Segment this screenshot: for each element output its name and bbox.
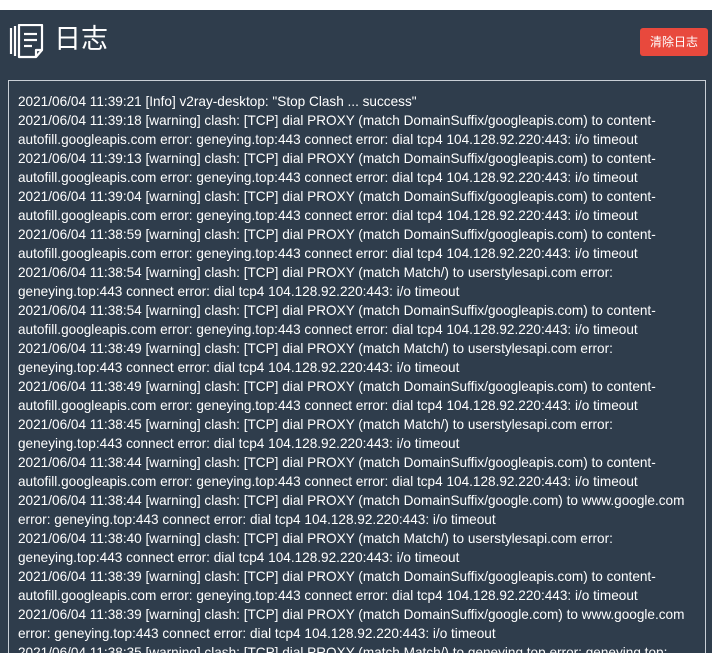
log-entry: 2021/06/04 11:39:18 [warning] clash: [TC… (18, 113, 656, 147)
page-title: 日志 (54, 24, 108, 55)
log-panel[interactable]: 2021/06/04 11:39:21 [Info] v2ray-desktop… (8, 80, 706, 653)
log-entry: 2021/06/04 11:38:44 [warning] clash: [TC… (18, 455, 656, 489)
log-window: 日志 清除日志 2021/06/04 11:39:21 [Info] v2ray… (0, 10, 712, 653)
log-entry: 2021/06/04 11:39:04 [warning] clash: [TC… (18, 189, 656, 223)
log-entry: 2021/06/04 11:38:54 [warning] clash: [TC… (18, 265, 613, 299)
log-entry: 2021/06/04 11:38:59 [warning] clash: [TC… (18, 227, 656, 261)
log-stack-icon (8, 23, 48, 60)
log-entry: 2021/06/04 11:38:45 [warning] clash: [TC… (18, 417, 613, 451)
log-entry: 2021/06/04 11:38:44 [warning] clash: [TC… (18, 493, 685, 527)
clear-log-button[interactable]: 清除日志 (640, 28, 708, 56)
log-list: 2021/06/04 11:39:21 [Info] v2ray-desktop… (18, 92, 690, 653)
log-entry: 2021/06/04 11:39:21 [Info] v2ray-desktop… (18, 94, 417, 109)
log-entry: 2021/06/04 11:39:13 [warning] clash: [TC… (18, 151, 656, 185)
log-entry: 2021/06/04 11:38:54 [warning] clash: [TC… (18, 303, 656, 337)
log-entry: 2021/06/04 11:38:49 [warning] clash: [TC… (18, 341, 613, 375)
log-entry: 2021/06/04 11:38:40 [warning] clash: [TC… (18, 531, 613, 565)
log-entry: 2021/06/04 11:38:39 [warning] clash: [TC… (18, 607, 685, 641)
log-entry: 2021/06/04 11:38:39 [warning] clash: [TC… (18, 569, 656, 603)
log-entry: 2021/06/04 11:38:35 [warning] clash: [TC… (18, 645, 668, 653)
log-entry: 2021/06/04 11:38:49 [warning] clash: [TC… (18, 379, 656, 413)
page-header: 日志 清除日志 (0, 10, 712, 70)
